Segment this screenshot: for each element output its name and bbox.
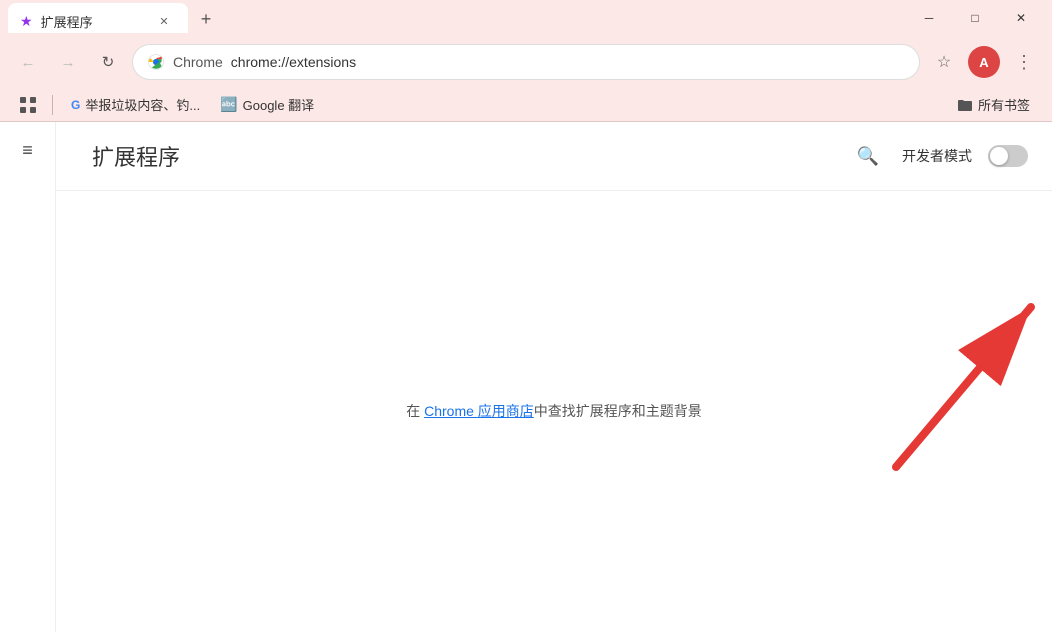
bookmarks-right: 所有书签	[949, 91, 1038, 118]
back-button[interactable]: ←	[12, 46, 44, 78]
refresh-button[interactable]: ↻	[92, 46, 124, 78]
developer-mode-toggle[interactable]	[988, 145, 1028, 167]
title-bar-left: ★ 扩展程序 ✕ +	[8, 3, 906, 33]
sidebar: ≡	[0, 122, 56, 632]
toggle-knob	[990, 147, 1008, 165]
refresh-icon: ↻	[102, 53, 115, 71]
empty-state: 在 Chrome 应用商店中查找扩展程序和主题背景	[56, 191, 1052, 631]
bookmark-translate-label: Google 翻译	[243, 95, 315, 114]
apps-button[interactable]	[14, 91, 42, 119]
minimize-button[interactable]: ─	[906, 0, 952, 36]
back-icon: ←	[21, 54, 36, 71]
sidebar-menu-button[interactable]: ≡	[8, 130, 48, 170]
chrome-store-link[interactable]: Chrome 应用商店	[424, 403, 534, 419]
chrome-menu-icon: ⋮	[1015, 52, 1033, 73]
main-content: ≡ 扩展程序 🔍 开发者模式 在 Chrome 应用商店中查找扩展程序和主题背景	[0, 122, 1052, 632]
profile-letter: A	[979, 55, 988, 70]
search-button[interactable]: 🔍	[850, 138, 886, 174]
bookmarks-bar: G 举报垃圾内容、钓... 🔤 Google 翻译 所有书签	[0, 88, 1052, 122]
title-bar: ★ 扩展程序 ✕ + ─ □ ✕	[0, 0, 1052, 36]
address-text: chrome://extensions	[231, 54, 905, 70]
all-bookmarks-button[interactable]: 所有书签	[949, 91, 1038, 118]
empty-suffix: 中查找扩展程序和主题背景	[534, 403, 702, 419]
new-tab-button[interactable]: +	[192, 5, 220, 33]
active-tab[interactable]: ★ 扩展程序 ✕	[8, 3, 188, 33]
page-header: 扩展程序 🔍 开发者模式	[56, 122, 1052, 191]
window-controls: ─ □ ✕	[906, 0, 1044, 36]
address-bar[interactable]: Chrome chrome://extensions	[132, 44, 920, 80]
bookmark-item-translate[interactable]: 🔤 Google 翻译	[212, 91, 322, 118]
maximize-icon: □	[971, 11, 978, 25]
chrome-menu-button[interactable]: ⋮	[1008, 46, 1040, 78]
forward-icon: →	[61, 54, 76, 71]
maximize-button[interactable]: □	[952, 0, 998, 36]
forward-button[interactable]: →	[52, 46, 84, 78]
content-area: 扩展程序 🔍 开发者模式 在 Chrome 应用商店中查找扩展程序和主题背景	[56, 122, 1052, 632]
bookmark-star-button[interactable]: ☆	[928, 46, 960, 78]
bookmark-g-icon: G	[71, 98, 80, 112]
profile-button[interactable]: A	[968, 46, 1000, 78]
tab-label: 扩展程序	[41, 12, 93, 31]
all-bookmarks-label: 所有书签	[978, 95, 1030, 114]
chrome-logo-icon	[147, 53, 165, 71]
star-icon: ☆	[937, 52, 951, 72]
tab-favicon-icon: ★	[20, 13, 33, 30]
bookmark-translate-icon: 🔤	[220, 96, 237, 113]
chrome-label: Chrome	[173, 54, 223, 70]
folder-icon	[957, 98, 973, 112]
search-icon: 🔍	[857, 146, 879, 167]
bookmark-item-report[interactable]: G 举报垃圾内容、钓...	[63, 91, 208, 118]
close-button[interactable]: ✕	[998, 0, 1044, 36]
nav-bar: ← → ↻ Chrome chrome://extensions ☆ A ⋮	[0, 36, 1052, 88]
hamburger-menu-icon: ≡	[22, 140, 33, 161]
page-title: 扩展程序	[92, 140, 180, 172]
tab-close-button[interactable]: ✕	[156, 13, 172, 29]
apps-grid-icon	[20, 97, 36, 113]
empty-prefix: 在	[406, 403, 424, 419]
tab-container: ★ 扩展程序 ✕ +	[8, 3, 220, 33]
close-icon: ✕	[1016, 11, 1026, 25]
empty-state-text: 在 Chrome 应用商店中查找扩展程序和主题背景	[406, 401, 702, 421]
bookmark-report-label: 举报垃圾内容、钓...	[85, 95, 200, 114]
dev-mode-label: 开发者模式	[902, 146, 972, 166]
tab-close-icon: ✕	[159, 15, 168, 28]
header-actions: 🔍 开发者模式	[850, 138, 1028, 174]
bookmark-divider	[52, 95, 53, 115]
new-tab-icon: +	[201, 9, 212, 30]
minimize-icon: ─	[925, 11, 934, 25]
